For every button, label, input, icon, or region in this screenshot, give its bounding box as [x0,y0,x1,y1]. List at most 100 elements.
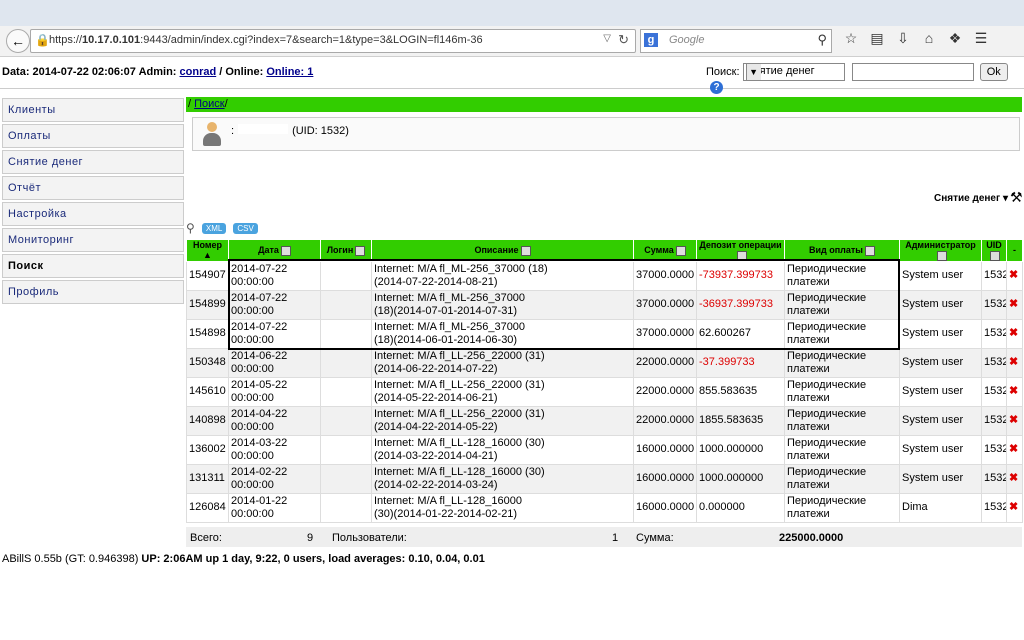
lock-icon: 🔒 [35,33,50,47]
sum-value: 225000.0000 [779,532,844,544]
total-count: 9 [307,532,314,544]
table-row[interactable]: 131311 2014-02-22 00:00:00 Internet: M/A fl… [186,463,1023,494]
search-placeholder: Google [669,34,705,46]
uptime-text: UP: 2:06AM up 1 day, 9:22, 0 users, load… [141,553,485,565]
reader-icon[interactable]: ▤ [864,30,890,47]
help-icon[interactable]: ? [710,81,723,94]
col-admin[interactable]: Администратор [899,239,982,262]
table-row[interactable]: 126084 2014-01-22 00:00:00 Internet: M/A fl… [186,492,1023,523]
cell-description: Internet: M/A fl_ML-256_37000 (18)(2014-0… [371,289,634,320]
sidebar-item-settings[interactable]: Настройка [2,202,184,226]
cell-uid: 1532 [981,318,1007,349]
online-link[interactable]: Online: 1 [266,66,313,78]
web-search-box[interactable]: g Google ⚲ [640,29,832,53]
table-row[interactable]: 140898 2014-04-22 00:00:00 Internet: M/A fl… [186,405,1023,436]
cell-date: 2014-07-22 00:00:00 [228,260,321,291]
col-date[interactable]: Дата [228,239,321,262]
tab-strip [0,0,1024,26]
checkbox-icon[interactable] [675,245,686,256]
col-payment-type[interactable]: Вид оплаты [784,239,900,262]
delete-icon[interactable]: ✖ [1006,492,1023,523]
col-login[interactable]: Логин [320,239,372,262]
csv-export-button[interactable]: CSV [233,222,258,234]
table-row[interactable]: 145610 2014-05-22 00:00:00 Internet: M/A fl… [186,376,1023,407]
checkbox-icon[interactable] [990,250,1000,261]
cell-login [320,434,372,465]
delete-icon[interactable]: ✖ [1006,376,1023,407]
cell-description: Internet: M/A fl_LL-256_22000 (31) (2014-… [371,405,634,436]
delete-icon[interactable]: ✖ [1006,463,1023,494]
extension-icon[interactable]: ❖ [942,30,968,47]
star-icon[interactable]: ☆ [838,30,864,47]
checkbox-icon[interactable] [865,245,875,256]
chevron-down-icon[interactable]: ▼ [745,64,761,80]
delete-icon[interactable]: ✖ [1006,260,1023,291]
sidebar-item-payments[interactable]: Оплаты [2,124,184,148]
sidebar-item-search[interactable]: Поиск [2,254,184,278]
cell-admin: System user [899,434,982,465]
checkbox-icon[interactable] [280,245,291,256]
col-uid[interactable]: UID [981,239,1007,262]
checkbox-icon[interactable] [736,250,747,261]
menu-icon[interactable]: ☰ [968,30,994,47]
delete-icon[interactable]: ✖ [1006,405,1023,436]
main-content: / Поиск/ : (UID: 1532) Снятие денег ▾ ⚒ ⚲… [186,97,1023,523]
session-info: Data: 2014-07-22 02:06:07 Admin: conrad … [2,66,314,78]
cell-deposit: 855.583635 [696,376,785,407]
search-input[interactable] [851,63,974,81]
delete-icon[interactable]: ✖ [1006,347,1023,378]
xml-export-button[interactable]: XML [201,222,227,234]
cell-sum: 22000.0000 [633,405,697,436]
back-arrow-icon[interactable]: ← [6,29,30,53]
cell-sum: 37000.0000 [633,318,697,349]
user-uid: (UID: 1532) [292,125,349,137]
col-sum[interactable]: Сумма [633,239,697,262]
table-row[interactable]: 154907 2014-07-22 00:00:00 Internet: M/A fl… [186,260,1023,291]
sidebar-item-profile[interactable]: Профиль [2,280,184,304]
ok-button[interactable]: Ok [979,63,1008,81]
delete-icon[interactable]: ✖ [1006,434,1023,465]
home-icon[interactable]: ⌂ [916,30,942,46]
cell-date: 2014-04-22 00:00:00 [228,405,321,436]
sidebar-item-clients[interactable]: Клиенты [2,98,184,122]
download-icon[interactable]: ⇩ [890,30,916,47]
table-row[interactable]: 154899 2014-07-22 00:00:00 Internet: M/A fl… [186,289,1023,320]
sidebar-item-fees[interactable]: Снятие денег [2,150,184,174]
sidebar-item-report[interactable]: Отчёт [2,176,184,200]
cell-admin: Dima [899,492,982,523]
footer: ABillS 0.55b (GT: 0.946398) UP: 2:06AM u… [2,553,485,565]
cell-deposit: 1855.583635 [696,405,785,436]
cell-payment-type: Периодические платежи [784,376,900,407]
magnifier-icon[interactable]: ⚲ [817,32,827,48]
admin-link[interactable]: conrad [180,66,217,78]
breadcrumb-search-link[interactable]: Поиск [194,98,224,110]
search-icon[interactable]: ⚲ [186,221,195,235]
delete-icon[interactable]: ✖ [1006,318,1023,349]
col-number[interactable]: Номер ▲ [186,239,229,262]
tools-icon[interactable]: ⚒ [1010,189,1023,206]
cell-login [320,376,372,407]
table-row[interactable]: 154898 2014-07-22 00:00:00 Internet: M/A fl… [186,318,1023,349]
quick-search: Поиск: Снятие денег ▼ Ok ? [706,63,1024,94]
checkbox-icon[interactable] [520,245,531,256]
delete-icon[interactable]: ✖ [1006,289,1023,320]
checkbox-icon[interactable] [355,245,366,256]
reload-icon[interactable]: ↻ [618,32,629,48]
search-type-select[interactable]: Снятие денег ▼ [742,63,845,81]
address-bar[interactable]: 🔒 https://10.17.0.101:9443/admin/index.c… [30,29,636,53]
table-row[interactable]: 150348 2014-06-22 00:00:00 Internet: M/A fl… [186,347,1023,378]
table-row[interactable]: 136002 2014-03-22 00:00:00 Internet: M/A fl… [186,434,1023,465]
cell-admin: System user [899,405,982,436]
cell-deposit: 1000.000000 [696,463,785,494]
breadcrumb: / Поиск/ [186,97,1022,112]
col-description[interactable]: Описание [371,239,634,262]
cell-uid: 1532 [981,347,1007,378]
cell-uid: 1532 [981,463,1007,494]
google-icon[interactable]: g [644,33,658,47]
col-deposit[interactable]: Депозит операции [696,239,785,262]
dropdown-icon[interactable]: ▽ [603,33,611,44]
totals-bar: Всего: 9 Пользователи: 1 Сумма: 225000.0… [186,527,1022,547]
checkbox-icon[interactable] [936,250,947,261]
sidebar-item-monitoring[interactable]: Мониторинг [2,228,184,252]
cell-deposit: 62.600267 [696,318,785,349]
